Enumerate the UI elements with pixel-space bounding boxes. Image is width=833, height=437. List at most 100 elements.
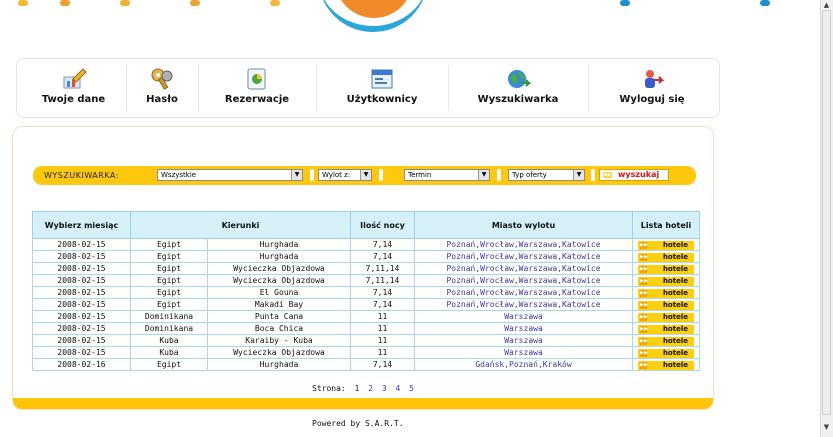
toolbar-rezerwacje[interactable]: Rezerwacje xyxy=(198,65,317,111)
cell-departure-cities[interactable]: Warszawa xyxy=(414,322,633,335)
toolbar-haslo[interactable]: Hasło xyxy=(126,65,199,111)
results-table: Wybierz miesiąc Kierunki Ilość nocy Mias… xyxy=(32,211,700,371)
header-cutoff xyxy=(0,0,800,40)
scrollbar-thumb[interactable] xyxy=(822,10,831,415)
cell-departure-cities[interactable]: Poznań,Wrocław,Warszawa,Katowice xyxy=(414,274,633,287)
page-link-4[interactable]: 4 xyxy=(396,384,401,393)
hotels-button[interactable]: ▶▶ hotele xyxy=(638,336,694,346)
toolbar-uzytkownicy[interactable]: Użytkownicy xyxy=(316,65,449,111)
cell-country: Dominikana xyxy=(130,310,208,323)
departure-select-value: Wylot z: xyxy=(322,171,351,179)
cell-nights: 7,11,14 xyxy=(350,262,415,275)
hotels-button[interactable]: ▶▶ hotele xyxy=(638,252,694,262)
cell-nights: 7,14 xyxy=(350,238,415,251)
cell-destination: Hurghada xyxy=(207,358,351,371)
table-row: 2008-02-15 Kuba Karaiby - Kuba 11 Warszawa ▶▶… xyxy=(32,334,700,347)
toolbar-label: Rezerwacje xyxy=(224,94,290,105)
double-arrow-icon: ▶▶ xyxy=(640,301,648,309)
double-arrow-icon: ▶▶ xyxy=(640,349,648,357)
double-arrow-icon: ▶▶ xyxy=(640,325,648,333)
cell-departure-cities[interactable]: Poznań,Wrocław,Warszawa,Katowice xyxy=(414,238,633,251)
toolbar-wyszukiwarka[interactable]: Wyszukiwarka xyxy=(448,65,589,111)
hotels-button[interactable]: ▶▶ hotele xyxy=(638,264,694,274)
departure-select[interactable]: Wylot z: ▼ xyxy=(318,169,372,181)
page-link-5[interactable]: 5 xyxy=(409,384,414,393)
cell-hotels: ▶▶ hotele xyxy=(632,274,700,287)
cell-country: Dominikana xyxy=(130,322,208,335)
offer-type-select-value: Typ oferty xyxy=(512,171,547,179)
double-arrow-icon: ▶▶ xyxy=(640,313,648,321)
hotels-button[interactable]: ▶▶ hotele xyxy=(638,300,694,310)
cell-hotels: ▶▶ hotele xyxy=(632,334,700,347)
toolbar-label: Hasło xyxy=(146,94,178,105)
hotels-button[interactable]: ▶▶ hotele xyxy=(638,288,694,298)
chevron-down-icon: ▼ xyxy=(291,170,302,180)
hotels-button-label: hotele xyxy=(662,252,688,261)
cell-country: Egipt xyxy=(130,274,208,287)
cell-date: 2008-02-15 xyxy=(32,238,131,251)
footer-credit: Powered by S.A.R.T. xyxy=(312,419,404,428)
table-row: 2008-02-15 Egipt El Gouna 7,14 Poznań,Wrocła… xyxy=(32,286,700,299)
toolbar-twoje-dane[interactable]: Twoje dane xyxy=(21,65,127,111)
country-select-value: Wszystkie xyxy=(161,171,197,179)
cell-departure-cities[interactable]: Gdańsk,Poznań,Kraków xyxy=(414,358,633,371)
cell-departure-cities[interactable]: Warszawa xyxy=(414,346,633,359)
double-arrow-icon: ▶▶ xyxy=(640,277,648,285)
main-toolbar: Twoje dane Hasło Rezerwacje Użytkownicy xyxy=(16,58,720,118)
cell-destination: Karaiby - Kuba xyxy=(207,334,351,347)
hotels-button-label: hotele xyxy=(662,348,688,357)
cell-nights: 7,14 xyxy=(350,250,415,263)
header-fragment xyxy=(60,0,70,6)
cell-departure-cities[interactable]: Poznań,Wrocław,Warszawa,Katowice xyxy=(414,286,633,299)
page-link-2[interactable]: 2 xyxy=(368,384,373,393)
globe-icon xyxy=(508,70,531,88)
hotels-button[interactable]: ▶▶ hotele xyxy=(638,348,694,358)
page-1: 1 xyxy=(354,384,360,393)
hotels-button-label: hotele xyxy=(662,360,688,369)
cell-hotels: ▶▶ hotele xyxy=(632,346,700,359)
search-bar: WYSZUKIWARKA: Wszystkie ▼ Wylot z: ▼ Ter… xyxy=(33,166,696,185)
scroll-up-arrow-icon[interactable]: ▲ xyxy=(822,1,831,9)
country-select[interactable]: Wszystkie ▼ xyxy=(157,169,303,181)
double-arrow-icon: ▶▶ xyxy=(640,265,648,273)
hotels-button[interactable]: ▶▶ hotele xyxy=(638,324,694,334)
pagination-inner: Strona: 1 2 3 4 5 xyxy=(312,384,414,393)
hotels-button[interactable]: ▶▶ hotele xyxy=(638,360,694,370)
cell-departure-cities[interactable]: Warszawa xyxy=(414,310,633,323)
document-icon xyxy=(247,68,266,90)
cell-departure-cities[interactable]: Poznań,Wrocław,Warszawa,Katowice xyxy=(414,250,633,263)
table-row: 2008-02-15 Dominikana Punta Cana 11 Warszawa… xyxy=(32,310,700,323)
page-link-3[interactable]: 3 xyxy=(382,384,387,393)
scroll-down-arrow-icon[interactable]: ▼ xyxy=(822,423,831,431)
toolbar-wyloguj[interactable]: Wyloguj się xyxy=(588,65,716,111)
pagination-label: Strona: xyxy=(312,384,346,393)
table-row: 2008-02-15 Egipt Wycieczka Objazdowa 7,11,1… xyxy=(32,262,700,275)
cell-country: Egipt xyxy=(130,298,208,311)
col-header-destinations: Kierunki xyxy=(130,211,351,239)
key-icon xyxy=(151,68,173,90)
cell-departure-cities[interactable]: Warszawa xyxy=(414,334,633,347)
pencil-chart-icon xyxy=(63,68,87,89)
chevron-down-icon: ▼ xyxy=(573,170,584,180)
hotels-button-label: hotele xyxy=(662,300,688,309)
cell-destination: Wycieczka Objazdowa xyxy=(207,262,351,275)
window-icon xyxy=(371,69,393,89)
cell-date: 2008-02-15 xyxy=(32,310,131,323)
hotels-button[interactable]: ▶▶ hotele xyxy=(638,312,694,322)
hotels-button[interactable]: ▶▶ hotele xyxy=(638,276,694,286)
double-arrow-icon: ▶▶ xyxy=(640,337,648,345)
cell-hotels: ▶▶ hotele xyxy=(632,250,700,263)
double-arrow-icon: ▶▶ xyxy=(640,361,648,369)
offer-type-select[interactable]: Typ oferty ▼ xyxy=(508,169,585,181)
hotels-button[interactable]: ▶▶ hotele xyxy=(638,240,694,250)
hotels-button-label: hotele xyxy=(662,264,688,273)
hotels-button-label: hotele xyxy=(662,276,688,285)
search-button[interactable]: ▶▶ wyszukaj xyxy=(599,169,669,181)
term-select[interactable]: Termin ▼ xyxy=(404,169,490,181)
cell-country: Egipt xyxy=(130,286,208,299)
cell-departure-cities[interactable]: Poznań,Wrocław,Warszawa,Katowice xyxy=(414,262,633,275)
cell-hotels: ▶▶ hotele xyxy=(632,286,700,299)
table-row: 2008-02-15 Dominikana Boca Chica 11 Warszawa… xyxy=(32,322,700,335)
search-button-label: wyszukaj xyxy=(618,170,660,179)
cell-departure-cities[interactable]: Poznań,Wrocław,Warszawa,Katowice xyxy=(414,298,633,311)
